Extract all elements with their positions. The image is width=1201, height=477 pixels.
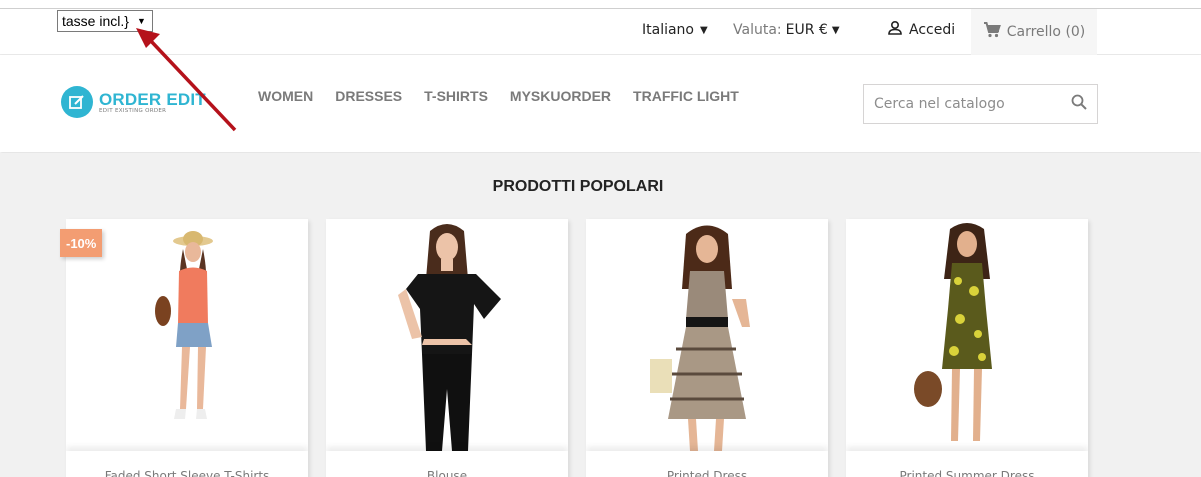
product-card[interactable]: Printed Dress [586,219,828,477]
menu-item-myskuorder[interactable]: MYSKUORDER [510,88,611,104]
discount-badge: -10% [60,229,103,257]
language-value: Italiano [642,22,694,38]
user-icon [887,20,903,40]
product-card[interactable]: Blouse [326,219,568,477]
language-selector[interactable]: Italiano ▼ [642,22,708,38]
main-content: PRODOTTI POPOLARI Faded Short Sleeve T-S… [0,153,1201,477]
section-title: PRODOTTI POPOLARI [492,178,664,195]
menu-item-women[interactable]: WOMEN [258,88,313,104]
product-title[interactable]: Faded Short Sleeve T-Shirts [66,451,308,477]
login-link[interactable]: Accedi [887,20,955,40]
search-input[interactable] [874,96,1054,112]
chevron-down-icon: ▼ [831,24,840,36]
store-logo[interactable]: ORDER EDIT EDIT EXISTING ORDER [61,86,206,118]
shopping-cart-icon [983,22,1001,42]
site-header: ORDER EDIT EDIT EXISTING ORDER WOMEN DRE… [0,55,1201,152]
product-title[interactable]: Printed Summer Dress [846,451,1088,477]
top-navbar: tasse incl.} ▼ Italiano ▼ Valuta: EUR € … [0,0,1201,55]
currency-label: Valuta: [733,22,782,38]
product-image[interactable] [846,219,1088,451]
product-title[interactable]: Printed Dress [586,451,828,477]
login-label: Accedi [909,22,956,38]
menu-item-dresses[interactable]: DRESSES [335,88,402,104]
main-menu: WOMEN DRESSES T-SHIRTS MYSKUORDER TRAFFI… [258,88,739,104]
currency-value: EUR € [785,22,828,38]
chevron-down-icon: ▼ [136,16,146,26]
product-image[interactable] [326,219,568,451]
edit-icon [61,86,93,118]
currency-selector[interactable]: Valuta: EUR € ▼ [733,22,840,38]
product-title[interactable]: Blouse [326,451,568,477]
menu-item-traffic-light[interactable]: TRAFFIC LIGHT [633,88,739,104]
tax-select-value: tasse incl.} [62,13,129,29]
search-box [863,84,1098,124]
tax-display-select[interactable]: tasse incl.} ▼ [57,10,153,32]
logo-title: ORDER EDIT [99,89,206,109]
product-card[interactable]: Printed Summer Dress [846,219,1088,477]
product-card[interactable]: Faded Short Sleeve T-Shirts [66,219,308,477]
chevron-down-icon: ▼ [700,24,708,36]
search-icon[interactable] [1071,94,1087,114]
cart-button[interactable]: Carrello (0) [971,9,1097,55]
product-image[interactable] [586,219,828,451]
cart-label: Carrello (0) [1006,24,1086,40]
menu-item-t-shirts[interactable]: T-SHIRTS [424,88,488,104]
